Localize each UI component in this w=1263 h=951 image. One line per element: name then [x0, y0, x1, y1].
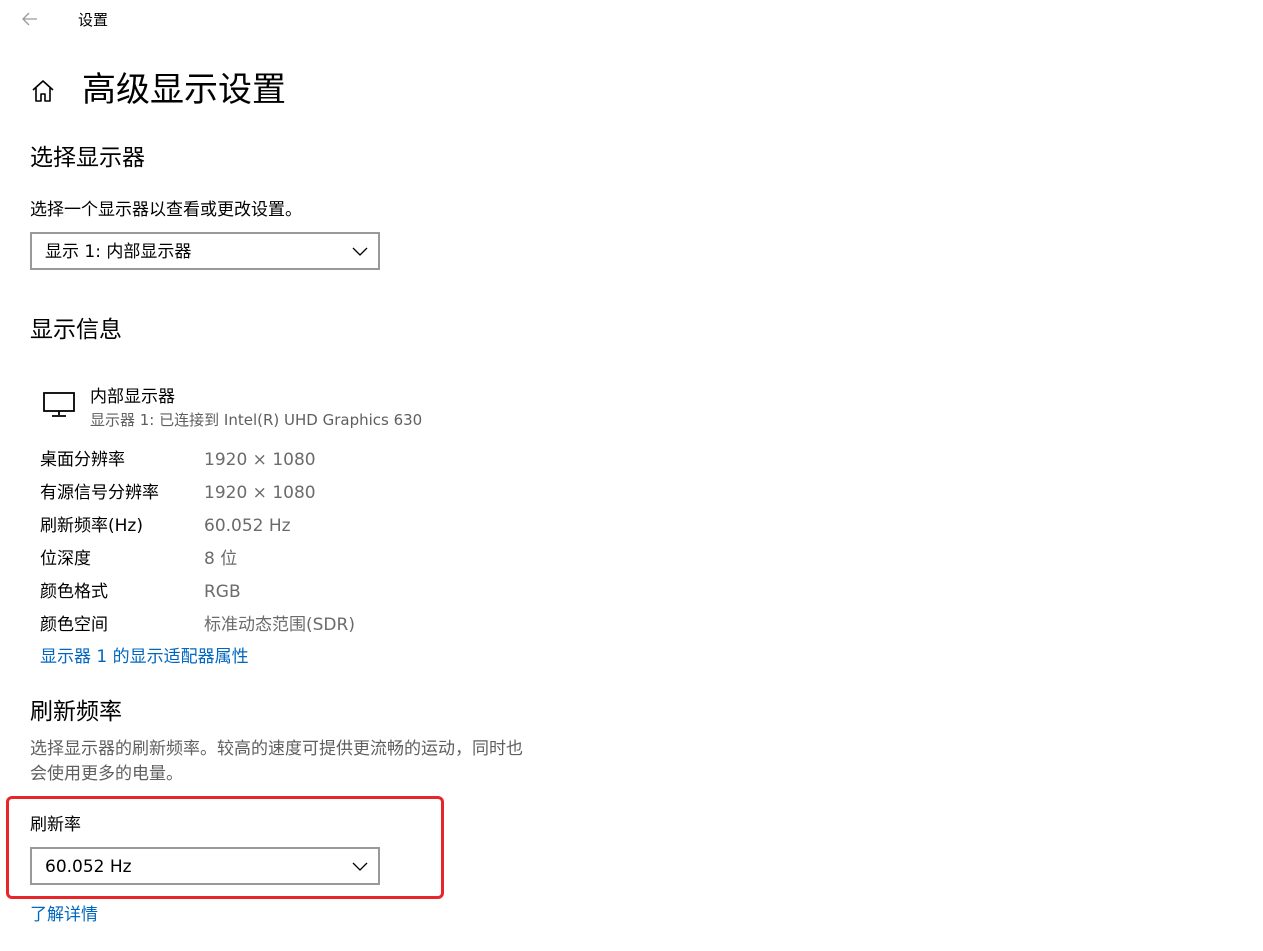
- refresh-rate-field-label: 刷新率: [30, 815, 81, 835]
- info-label: 刷新频率(Hz): [40, 516, 143, 536]
- refresh-rate-description-line2: 会使用更多的电量。: [30, 764, 183, 784]
- info-label: 颜色格式: [40, 582, 108, 602]
- info-row-desktop-resolution: 桌面分辨率 1920 × 1080: [40, 446, 640, 474]
- refresh-rate-dropdown[interactable]: 60.052 Hz: [30, 847, 380, 885]
- display-adapter-properties-link[interactable]: 显示器 1 的显示适配器属性: [40, 645, 249, 669]
- info-label: 桌面分辨率: [40, 450, 125, 470]
- info-row-bit-depth: 位深度 8 位: [40, 545, 640, 573]
- learn-more-link[interactable]: 了解详情: [30, 903, 98, 927]
- refresh-rate-description-line1: 选择显示器的刷新频率。较高的速度可提供更流畅的运动，同时也: [30, 739, 523, 759]
- refresh-rate-heading: 刷新频率: [30, 699, 122, 725]
- info-value: 1920 × 1080: [204, 450, 316, 470]
- display-info-heading: 显示信息: [30, 317, 122, 343]
- display-select-value: 显示 1: 内部显示器: [45, 242, 192, 262]
- info-label: 有源信号分辨率: [40, 483, 159, 503]
- info-value: 8 位: [204, 549, 238, 569]
- info-value: 60.052 Hz: [204, 516, 291, 536]
- monitor-icon: [43, 392, 75, 417]
- home-icon[interactable]: [30, 78, 56, 104]
- info-row-color-space: 颜色空间 标准动态范围(SDR): [40, 611, 640, 639]
- back-button[interactable]: [14, 6, 46, 32]
- window-title: 设置: [78, 11, 109, 29]
- info-value: RGB: [204, 582, 241, 602]
- select-display-heading: 选择显示器: [30, 145, 145, 171]
- info-label: 位深度: [40, 549, 91, 569]
- info-row-color-format: 颜色格式 RGB: [40, 578, 640, 606]
- back-arrow-icon: [22, 12, 37, 26]
- info-row-refresh-rate: 刷新频率(Hz) 60.052 Hz: [40, 512, 640, 540]
- select-display-description: 选择一个显示器以查看或更改设置。: [30, 200, 302, 220]
- monitor-name: 内部显示器: [90, 387, 175, 407]
- chevron-down-icon: [352, 862, 368, 871]
- refresh-rate-value: 60.052 Hz: [45, 857, 132, 877]
- chevron-down-icon: [352, 247, 368, 256]
- info-value: 标准动态范围(SDR): [204, 615, 355, 635]
- info-row-active-signal-resolution: 有源信号分辨率 1920 × 1080: [40, 479, 640, 507]
- page-title: 高级显示设置: [82, 70, 286, 110]
- info-value: 1920 × 1080: [204, 483, 316, 503]
- settings-window: 设置 高级显示设置 选择显示器 选择一个显示器以查看或更改设置。 显示 1: 内…: [0, 0, 1263, 951]
- monitor-subtitle: 显示器 1: 已连接到 Intel(R) UHD Graphics 630: [90, 411, 423, 429]
- info-label: 颜色空间: [40, 615, 108, 635]
- display-select-dropdown[interactable]: 显示 1: 内部显示器: [30, 232, 380, 270]
